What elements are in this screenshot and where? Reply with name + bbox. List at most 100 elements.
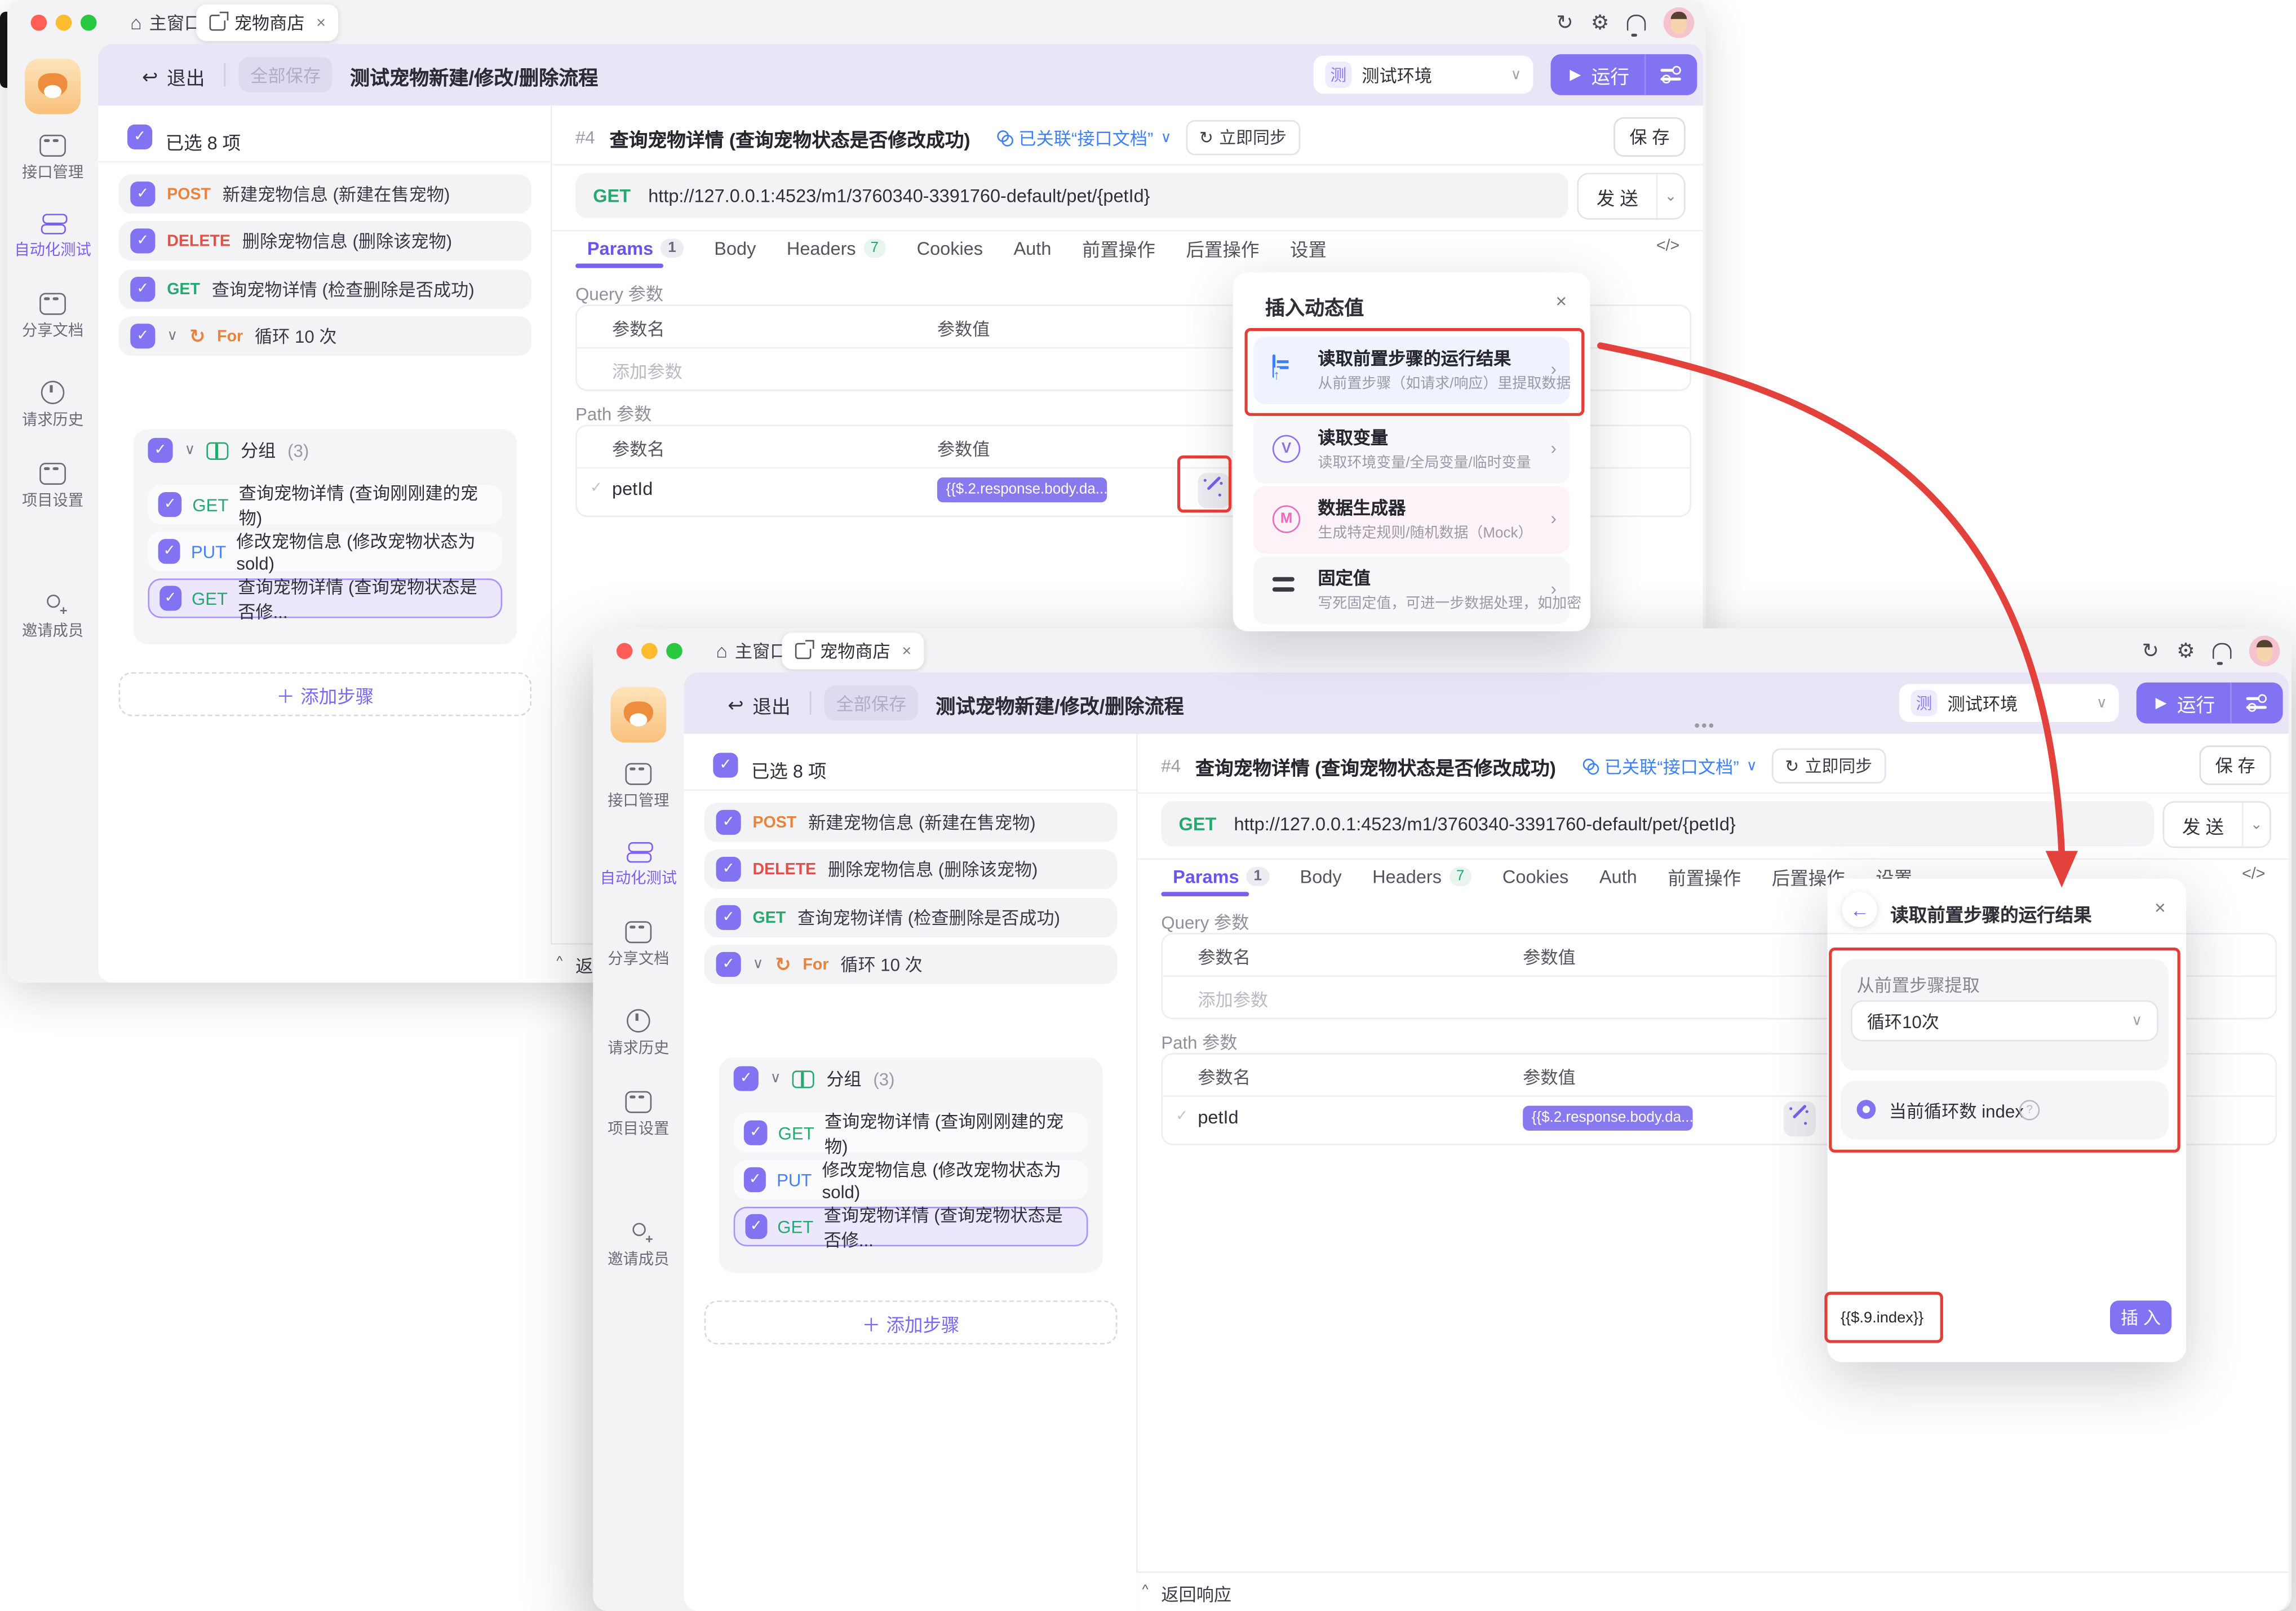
send-options-chevron-icon[interactable]: ⌄ — [2243, 817, 2270, 833]
tab-main-window[interactable]: ⌂主窗口 — [716, 636, 788, 667]
step-checkbox[interactable]: ✓ — [745, 1214, 767, 1239]
send-button[interactable]: 发 送⌄ — [1577, 173, 1685, 220]
step-checkbox[interactable]: ✓ — [716, 905, 741, 930]
run-button[interactable]: ▶运行 — [1551, 54, 1697, 95]
option-constant-value[interactable]: 固定值 写死固定值，可进一步数据处理，如加密 › — [1253, 556, 1570, 624]
step-checkbox[interactable]: ✓ — [159, 586, 181, 610]
add-param-placeholder[interactable]: 添加参数 — [612, 359, 682, 384]
step-checkbox[interactable]: ✓ — [744, 1167, 766, 1192]
user-avatar[interactable] — [1664, 7, 1695, 38]
minimize-window-button[interactable] — [641, 643, 658, 660]
step-get-query-status[interactable]: ✓GET查询宠物详情 (查询宠物状态是否修... — [734, 1207, 1088, 1246]
sidebar-item-invite-members[interactable]: 邀请成员 — [593, 1223, 684, 1270]
sync-now-button[interactable]: ↻立即同步 — [1772, 749, 1886, 784]
group-header[interactable]: ✓∨分组(3) — [734, 1066, 895, 1091]
zoom-window-button[interactable] — [81, 15, 97, 31]
exit-button[interactable]: ↩退出 — [728, 691, 791, 719]
select-all-checkbox[interactable]: ✓ — [713, 753, 738, 777]
sidebar-item-request-history[interactable]: 请求历史 — [593, 1009, 684, 1059]
sidebar-item-request-history[interactable]: 请求历史 — [7, 381, 98, 431]
step-checkbox[interactable]: ✓ — [130, 228, 155, 253]
step-checkbox[interactable]: ✓ — [130, 277, 155, 302]
tab-headers[interactable]: Headers7 — [787, 238, 886, 258]
tab-pet-store[interactable]: 宠物商店× — [782, 632, 924, 669]
save-button[interactable]: 保 存 — [2200, 745, 2271, 785]
save-button[interactable]: 保 存 — [1614, 117, 1685, 157]
project-logo-fox[interactable] — [25, 59, 81, 114]
send-button[interactable]: 发 送⌄ — [2163, 801, 2271, 848]
close-window-button[interactable] — [31, 15, 47, 31]
close-icon[interactable]: × — [1555, 290, 1567, 312]
tab-settings[interactable]: 设置 — [1290, 234, 1327, 262]
linked-doc-button[interactable]: 已关联“接口文档”∨ — [1583, 754, 1757, 778]
step-put-modify-pet[interactable]: ✓PUT修改宠物信息 (修改宠物状态为 sold) — [734, 1160, 1088, 1200]
step-for-loop[interactable]: ✓∨↻For循环 10 次 — [118, 316, 531, 356]
collapse-chevron-icon[interactable]: ∨ — [167, 328, 178, 344]
step-delete-pet[interactable]: ✓DELETE删除宠物信息 (删除该宠物) — [118, 221, 531, 260]
close-tab-icon[interactable]: × — [902, 642, 912, 660]
settings-gear-icon[interactable]: ⚙ — [1591, 10, 1610, 35]
run-button[interactable]: ▶运行 — [2137, 683, 2283, 724]
run-settings-icon[interactable] — [1646, 68, 1697, 82]
code-view-icon[interactable]: </> — [1656, 237, 1679, 255]
tab-auth[interactable]: Auth — [1599, 866, 1637, 887]
sidebar-item-invite-members[interactable]: 邀请成员 — [7, 595, 98, 641]
linked-doc-button[interactable]: 已关联“接口文档”∨ — [996, 125, 1171, 150]
traffic-lights[interactable] — [617, 643, 682, 660]
sidebar-item-api-management[interactable]: 接口管理 — [593, 763, 684, 812]
code-view-icon[interactable]: </> — [2242, 866, 2265, 883]
tab-headers[interactable]: Headers7 — [1372, 866, 1471, 887]
sidebar-item-project-settings[interactable]: 项目设置 — [7, 463, 98, 511]
url-input[interactable]: GEThttp://127.0.0.1:4523/m1/3760340-3391… — [575, 173, 1568, 219]
step-checkbox[interactable]: ✓ — [716, 857, 741, 882]
step-get-check-delete[interactable]: ✓GET查询宠物详情 (检查删除是否成功) — [118, 269, 531, 309]
run-settings-icon[interactable] — [2231, 696, 2283, 710]
tab-cookies[interactable]: Cookies — [1502, 866, 1568, 887]
step-get-query-created[interactable]: ✓GET查询宠物详情 (查询刚刚建的宠物) — [734, 1113, 1088, 1153]
step-checkbox[interactable]: ✓ — [130, 182, 155, 206]
environment-select[interactable]: 测测试环境∨ — [1314, 56, 1533, 94]
sidebar-item-share-docs[interactable]: 分享文档 — [7, 293, 98, 342]
step-checkbox[interactable]: ✓ — [158, 539, 181, 564]
insert-button[interactable]: 插 入 — [2110, 1300, 2171, 1334]
step-get-query-status[interactable]: ✓GET查询宠物详情 (查询宠物状态是否修... — [148, 578, 502, 618]
zoom-window-button[interactable] — [666, 643, 682, 660]
step-checkbox[interactable]: ✓ — [716, 810, 741, 835]
tab-body[interactable]: Body — [714, 238, 756, 258]
user-avatar[interactable] — [2249, 636, 2280, 667]
close-icon[interactable]: × — [2155, 896, 2166, 918]
row-check-icon[interactable]: ✓ — [1176, 1109, 1188, 1125]
step-put-modify-pet[interactable]: ✓PUT修改宠物信息 (修改宠物状态为 sold) — [148, 532, 502, 571]
add-param-placeholder[interactable]: 添加参数 — [1198, 987, 1268, 1012]
sidebar-item-share-docs[interactable]: 分享文档 — [593, 921, 684, 970]
collapse-chevron-icon[interactable]: ∨ — [770, 1070, 781, 1087]
environment-select[interactable]: 测测试环境∨ — [1899, 684, 2119, 722]
refresh-icon[interactable]: ↻ — [1556, 10, 1573, 35]
project-logo-fox[interactable] — [610, 687, 666, 743]
save-all-button[interactable]: 全部保存 — [239, 57, 333, 92]
select-all-checkbox[interactable]: ✓ — [127, 125, 152, 149]
save-all-button[interactable]: 全部保存 — [825, 685, 918, 720]
step-checkbox[interactable]: ✓ — [130, 324, 155, 348]
response-bar[interactable]: ^返回响应 — [1136, 1572, 2289, 1611]
back-arrow-icon[interactable]: ← — [1842, 892, 1877, 927]
param-value-expression[interactable]: {{$.2.response.body.da... — [1523, 1106, 1692, 1131]
collapse-chevron-icon[interactable]: ∨ — [752, 957, 763, 973]
magic-wand-icon[interactable] — [1784, 1101, 1816, 1136]
row-check-icon[interactable]: ✓ — [590, 480, 602, 497]
tab-cookies[interactable]: Cookies — [917, 238, 983, 258]
notifications-bell-icon[interactable] — [1627, 15, 1646, 31]
traffic-lights[interactable] — [31, 15, 97, 31]
param-value-expression[interactable]: {{$.2.response.body.da... — [937, 477, 1107, 502]
option-read-variable[interactable]: V 读取变量 读取环境变量/全局变量/临时变量 › — [1253, 416, 1570, 484]
group-checkbox[interactable]: ✓ — [734, 1066, 759, 1091]
tab-pre-actions[interactable]: 前置操作 — [1082, 234, 1155, 262]
step-delete-pet[interactable]: ✓DELETE删除宠物信息 (删除该宠物) — [704, 849, 1118, 889]
add-step-button[interactable]: ＋添加步骤 — [118, 672, 531, 716]
tab-params[interactable]: Params1 — [587, 238, 684, 258]
url-input[interactable]: GEThttp://127.0.0.1:4523/m1/3760340-3391… — [1161, 801, 2154, 847]
tab-post-actions[interactable]: 后置操作 — [1186, 234, 1259, 262]
group-header[interactable]: ✓∨分组(3) — [148, 438, 309, 463]
tab-auth[interactable]: Auth — [1014, 238, 1052, 258]
group-checkbox[interactable]: ✓ — [148, 438, 172, 463]
